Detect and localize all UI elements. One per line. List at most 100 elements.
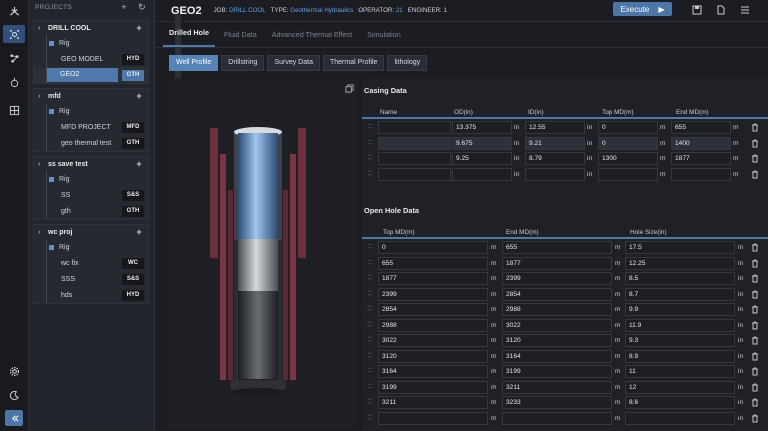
- casing-cell-top[interactable]: 0: [598, 136, 658, 150]
- chevron-right-icon[interactable]: ›: [38, 25, 48, 32]
- connections-icon[interactable]: [3, 49, 25, 67]
- openhole-cell-size[interactable]: 8.9: [625, 349, 735, 363]
- casing-cell-name[interactable]: [378, 121, 451, 134]
- openhole-cell-end[interactable]: 3211: [502, 380, 612, 394]
- casing-row[interactable]: ︿ ﹀ 9.25 in 8.79 in 1300 m 1877 m: [362, 151, 768, 167]
- row-reorder-handle[interactable]: ︿ ﹀: [363, 120, 377, 135]
- project-item[interactable]: GEO2 GTH: [34, 67, 148, 83]
- casing-cell-end[interactable]: 655: [671, 121, 731, 134]
- project-item[interactable]: SSS S&S: [34, 271, 148, 287]
- casing-cell-end[interactable]: 1877: [671, 152, 731, 165]
- chevron-right-icon[interactable]: ›: [38, 93, 48, 100]
- openhole-cell-size[interactable]: 9.3: [625, 334, 735, 347]
- openhole-cell-end[interactable]: 3164: [502, 349, 612, 363]
- project-item[interactable]: wc fix WC: [34, 255, 148, 271]
- openhole-cell-size[interactable]: [625, 411, 735, 425]
- casing-cell-od[interactable]: [452, 167, 512, 181]
- trash-icon[interactable]: [751, 123, 759, 132]
- trash-icon[interactable]: [751, 336, 759, 345]
- trash-icon[interactable]: [751, 383, 759, 392]
- trash-icon[interactable]: [751, 290, 759, 299]
- execute-button[interactable]: Execute ▶: [613, 2, 672, 16]
- trash-icon[interactable]: [751, 139, 759, 148]
- casing-cell-od[interactable]: 13.375: [452, 121, 512, 134]
- openhole-row[interactable]: ︿ ﹀ m m in: [362, 411, 768, 427]
- trash-icon[interactable]: [751, 274, 759, 283]
- project-item[interactable]: GEO MODEL HYD: [34, 51, 148, 67]
- openhole-row[interactable]: ︿ ﹀ 2854 m 2988 m 9.9 in: [362, 302, 768, 318]
- row-reorder-handle[interactable]: ︿ ﹀: [363, 151, 377, 166]
- row-reorder-handle[interactable]: ︿ ﹀: [363, 333, 377, 348]
- add-project-icon[interactable]: +: [118, 2, 130, 12]
- openhole-cell-top[interactable]: 2399: [378, 287, 488, 301]
- openhole-row[interactable]: ︿ ﹀ 655 m 1877 m 12.25 in: [362, 256, 768, 272]
- casing-row[interactable]: ︿ ﹀ 13.375 in 12.55 in 0 m 655 m: [362, 120, 768, 136]
- tab-drilled-hole[interactable]: Drilled Hole: [163, 28, 215, 47]
- openhole-cell-size[interactable]: 8.5: [625, 272, 735, 285]
- openhole-cell-end[interactable]: 3120: [502, 334, 612, 347]
- openhole-cell-top[interactable]: [378, 411, 488, 425]
- casing-cell-id[interactable]: 9.21: [525, 136, 585, 150]
- openhole-cell-top[interactable]: 3022: [378, 334, 488, 347]
- casing-row[interactable]: ︿ ﹀ 9.675 in 9.21 in 0 m 1400 m: [362, 136, 768, 152]
- trash-icon[interactable]: [751, 243, 759, 252]
- project-header[interactable]: › DRILL COOL +: [34, 21, 148, 35]
- openhole-cell-size[interactable]: 9.9: [625, 303, 735, 316]
- rig-item[interactable]: Rig: [34, 239, 148, 255]
- openhole-cell-end[interactable]: 2854: [502, 287, 612, 301]
- trash-icon[interactable]: [751, 367, 759, 376]
- row-reorder-handle[interactable]: ︿ ﹀: [363, 380, 377, 395]
- tab-advanced-thermal-effect[interactable]: Advanced Thermal Effect: [266, 30, 358, 47]
- casing-cell-end[interactable]: 1400: [671, 136, 731, 150]
- casing-cell-top[interactable]: 0: [598, 121, 658, 134]
- openhole-cell-top[interactable]: 655: [378, 256, 488, 270]
- tab-simulation[interactable]: Simulation: [361, 30, 407, 47]
- openhole-cell-size[interactable]: 12.25: [625, 256, 735, 270]
- job-value[interactable]: DRILL COOL: [229, 7, 266, 14]
- openhole-cell-end[interactable]: 2988: [502, 303, 612, 316]
- row-reorder-handle[interactable]: ︿ ﹀: [363, 364, 377, 379]
- openhole-row[interactable]: ︿ ﹀ 3022 m 3120 m 9.3 in: [362, 333, 768, 349]
- openhole-cell-top[interactable]: 2988: [378, 318, 488, 332]
- openhole-row[interactable]: ︿ ﹀ 3211 m 3233 m 8.6 in: [362, 395, 768, 411]
- casing-cell-name[interactable]: [378, 152, 451, 165]
- project-header[interactable]: › wc proj +: [34, 225, 148, 239]
- casing-cell-od[interactable]: 9.25: [452, 152, 512, 165]
- project-item[interactable]: gth GTH: [34, 203, 148, 219]
- chevron-right-icon[interactable]: ›: [38, 229, 48, 236]
- trash-icon[interactable]: [751, 259, 759, 268]
- project-header[interactable]: › mfd +: [34, 89, 148, 103]
- rig-item[interactable]: Rig: [34, 35, 148, 51]
- app-logo-icon[interactable]: [3, 2, 25, 20]
- subtab-survey-data[interactable]: Survey Data: [267, 54, 320, 71]
- openhole-cell-top[interactable]: 3120: [378, 349, 488, 363]
- casing-cell-od[interactable]: 9.675: [452, 136, 512, 150]
- menu-icon[interactable]: [740, 5, 750, 15]
- openhole-cell-top[interactable]: 3211: [378, 396, 488, 409]
- subtab-thermal-profile[interactable]: Thermal Profile: [322, 54, 385, 71]
- openhole-cell-size[interactable]: 12: [625, 380, 735, 394]
- add-item-icon[interactable]: +: [134, 91, 144, 101]
- project-item[interactable]: MFD PROJECT MFD: [34, 119, 148, 135]
- casing-cell-top[interactable]: [598, 167, 658, 181]
- openhole-cell-end[interactable]: 655: [502, 241, 612, 254]
- openhole-cell-size[interactable]: 8.6: [625, 396, 735, 409]
- row-reorder-handle[interactable]: ︿ ﹀: [363, 287, 377, 302]
- project-item[interactable]: geo thermal test GTH: [34, 135, 148, 151]
- openhole-cell-size[interactable]: 11.9: [625, 318, 735, 332]
- copy-icon[interactable]: [345, 84, 354, 93]
- add-item-icon[interactable]: +: [134, 227, 144, 237]
- openhole-cell-top[interactable]: 3199: [378, 380, 488, 394]
- openhole-cell-end[interactable]: [502, 411, 612, 425]
- add-item-icon[interactable]: +: [134, 23, 144, 33]
- openhole-row[interactable]: ︿ ﹀ 3164 m 3199 m 11 in: [362, 364, 768, 380]
- tab-fluid-data[interactable]: Fluid Data: [218, 30, 263, 47]
- casing-row[interactable]: ︿ ﹀ in in m m: [362, 167, 768, 183]
- openhole-cell-size[interactable]: 11: [625, 365, 735, 378]
- openhole-row[interactable]: ︿ ﹀ 2988 m 3022 m 11.9 in: [362, 318, 768, 334]
- openhole-cell-top[interactable]: 0: [378, 241, 488, 254]
- casing-cell-end[interactable]: [671, 167, 731, 181]
- trash-icon[interactable]: [751, 154, 759, 163]
- trash-icon[interactable]: [751, 352, 759, 361]
- add-item-icon[interactable]: +: [134, 159, 144, 169]
